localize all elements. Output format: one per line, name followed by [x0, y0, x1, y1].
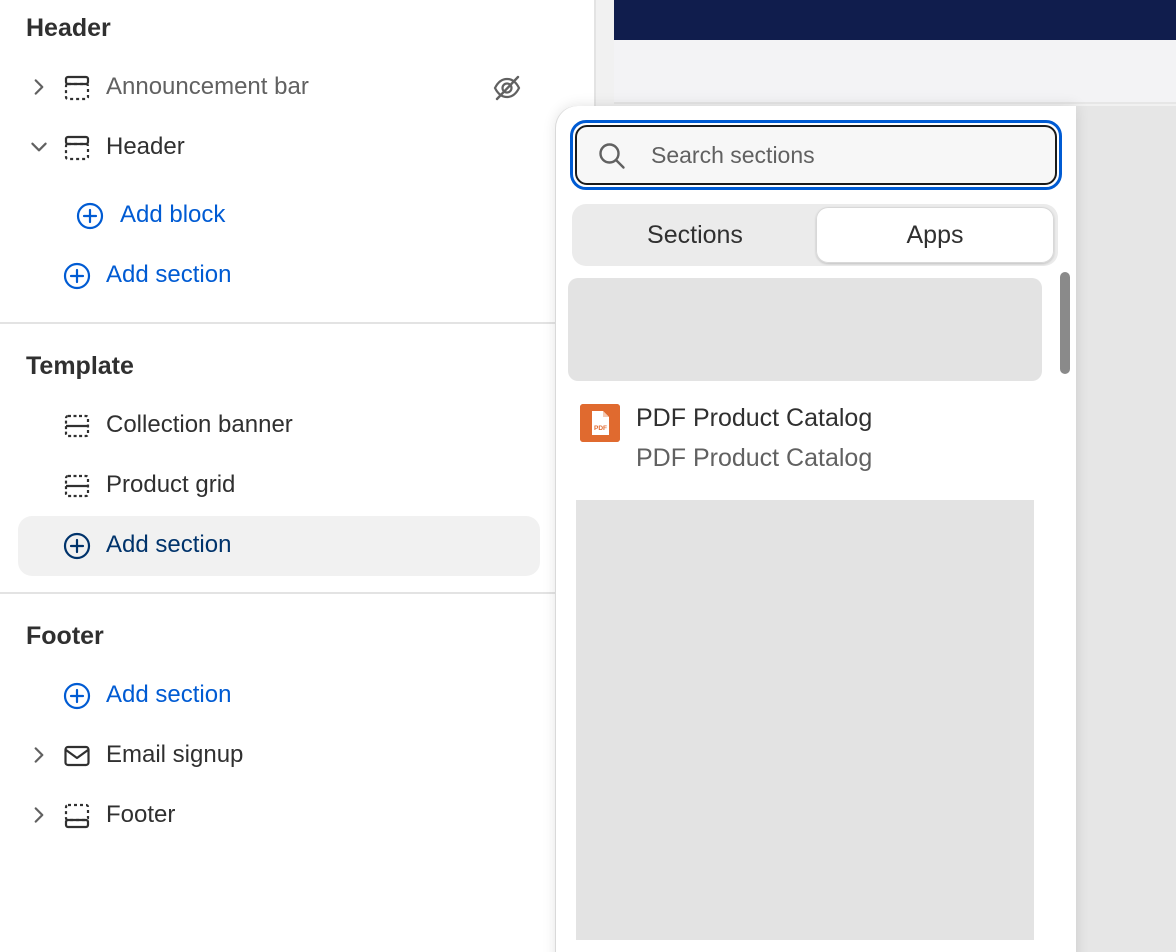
chevron-right-icon[interactable]: [28, 804, 50, 826]
group-title-header: Header: [26, 14, 111, 42]
pdf-badge-text: PDF: [594, 425, 607, 432]
add-section-label: Add section: [106, 681, 232, 708]
section-icon: [64, 414, 90, 438]
theme-editor: Header Announcement bar Header Add block…: [0, 0, 1176, 952]
group-title-template: Template: [26, 352, 134, 380]
group-title-footer: Footer: [26, 622, 104, 650]
section-label: Collection banner: [106, 411, 293, 438]
preview-announcement-bar: [614, 0, 1176, 40]
add-section-button-header[interactable]: Add section: [18, 246, 540, 306]
section-label: Email signup: [106, 741, 244, 768]
scrollbar-thumb[interactable]: [1060, 272, 1070, 374]
envelope-icon: [64, 745, 90, 767]
preview-placeholder: [576, 500, 1034, 940]
plus-circle-icon: [63, 532, 91, 560]
preview-header-strip: [614, 40, 1176, 104]
chevron-right-icon[interactable]: [28, 744, 50, 766]
loading-placeholder: [568, 278, 1042, 381]
section-label: Header: [106, 133, 185, 160]
section-email-signup[interactable]: Email signup: [18, 726, 540, 786]
header-section-icon: [64, 135, 90, 161]
footer-section-icon: [64, 803, 90, 829]
section-tree-sidebar: Header Announcement bar Header Add block…: [0, 0, 594, 952]
app-item-pdf-product-catalog[interactable]: PDF PDF Product Catalog PDF Product Cata…: [580, 404, 1050, 482]
chevron-right-icon[interactable]: [28, 76, 50, 98]
section-announcement-bar[interactable]: Announcement bar: [18, 58, 540, 118]
search-field-inner: [575, 125, 1057, 185]
group-divider: [0, 322, 594, 324]
plus-circle-icon: [76, 202, 104, 230]
app-subtitle: PDF Product Catalog: [636, 444, 873, 472]
header-section-icon: [64, 75, 90, 101]
section-label: Footer: [106, 801, 176, 828]
add-section-popover: Sections Apps PDF PDF Product Catalog PD…: [556, 106, 1076, 952]
preview-canvas: [1076, 106, 1176, 952]
add-block-label: Add block: [120, 201, 226, 228]
eye-hidden-icon[interactable]: [492, 73, 522, 103]
plus-circle-icon: [63, 682, 91, 710]
add-section-button-template[interactable]: Add section: [18, 516, 540, 576]
section-label: Announcement bar: [106, 73, 309, 100]
add-block-button[interactable]: Add block: [50, 186, 540, 246]
search-input[interactable]: [651, 133, 1031, 177]
picker-tabs: Sections Apps: [572, 204, 1058, 266]
search-icon: [599, 143, 625, 169]
add-section-label: Add section: [106, 531, 232, 558]
section-product-grid[interactable]: Product grid: [18, 456, 540, 516]
tab-sections[interactable]: Sections: [576, 207, 814, 263]
app-name: PDF Product Catalog: [636, 404, 873, 432]
section-header[interactable]: Header: [18, 118, 540, 178]
section-footer[interactable]: Footer: [18, 786, 540, 846]
chevron-down-icon[interactable]: [28, 136, 50, 158]
pdf-file-icon: PDF: [580, 404, 620, 442]
add-section-label: Add section: [106, 261, 232, 288]
search-field[interactable]: [570, 120, 1062, 190]
section-icon: [64, 474, 90, 498]
group-divider: [0, 592, 594, 594]
tab-apps[interactable]: Apps: [816, 207, 1054, 263]
add-section-button-footer[interactable]: Add section: [18, 666, 540, 726]
plus-circle-icon: [63, 262, 91, 290]
section-collection-banner[interactable]: Collection banner: [18, 396, 540, 456]
section-label: Product grid: [106, 471, 236, 498]
